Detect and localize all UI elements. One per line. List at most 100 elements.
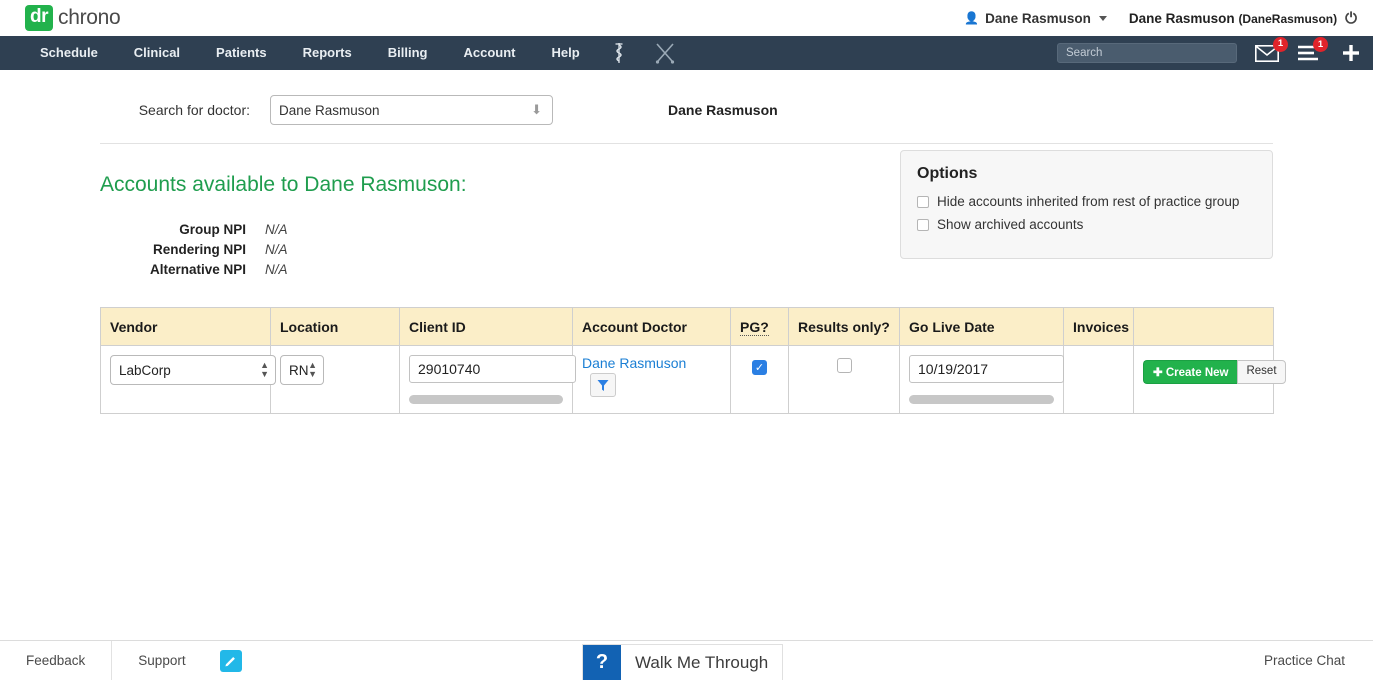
- options-panel: Options Hide accounts inherited from res…: [900, 150, 1273, 259]
- col-header-location[interactable]: Location: [270, 307, 400, 346]
- account-display: Dane Rasmuson (DaneRasmuson): [1129, 11, 1337, 26]
- client-id-input[interactable]: [409, 355, 576, 383]
- cell-vendor: LabCorp ▲ ▼: [100, 345, 276, 414]
- cell-location: RN ▲ ▼: [270, 345, 400, 414]
- npi-value-rendering: N/A: [265, 242, 288, 257]
- cell-invoices: [1063, 345, 1134, 414]
- account-doctor-link[interactable]: Dane Rasmuson: [582, 355, 686, 371]
- power-icon[interactable]: ⏻: [1345, 10, 1357, 27]
- reset-button[interactable]: Reset: [1237, 360, 1286, 384]
- col-header-invoices[interactable]: Invoices: [1063, 307, 1134, 346]
- npi-label-alternative: Alternative NPI: [149, 262, 246, 277]
- messages-button[interactable]: 1: [1255, 36, 1288, 62]
- chevron-down-icon: ⬇: [531, 102, 542, 117]
- location-select-value: RN: [289, 362, 309, 378]
- vendor-select-value: LabCorp: [119, 362, 171, 378]
- plus-icon: [1343, 45, 1359, 61]
- show-archived-checkbox[interactable]: [917, 218, 929, 231]
- table-row: LabCorp ▲ ▼ RN ▲ ▼ 29010740 Dane Rasmuso…: [100, 345, 1286, 414]
- doctor-search-label: Search for doctor:: [138, 102, 250, 118]
- cell-client-id: [399, 345, 576, 414]
- col-header-client-id[interactable]: Client ID: [399, 307, 573, 346]
- stepper-arrows-icon: ▲ ▼: [308, 360, 317, 379]
- nav-item-clinical[interactable]: Clinical: [116, 36, 198, 70]
- option-hide-inherited[interactable]: Hide accounts inherited from rest of pra…: [917, 194, 1256, 209]
- nav-items: Schedule Clinical Patients Reports Billi…: [22, 36, 690, 70]
- person-icon: 👤: [964, 11, 980, 25]
- col-header-account-doctor[interactable]: Account Doctor: [572, 307, 731, 346]
- drchrono-logo[interactable]: dr chrono: [25, 5, 121, 31]
- tasks-badge: 1: [1313, 37, 1328, 52]
- nav-item-billing[interactable]: Billing: [370, 36, 446, 70]
- option-show-archived[interactable]: Show archived accounts: [917, 217, 1256, 232]
- nav-item-reports[interactable]: Reports: [285, 36, 370, 70]
- npi-row-alternative: Alternative NPI N/A: [100, 260, 1273, 280]
- question-mark-icon: ?: [583, 645, 621, 680]
- search-input[interactable]: [1057, 43, 1237, 63]
- show-archived-label: Show archived accounts: [937, 217, 1084, 232]
- funnel-icon[interactable]: [590, 373, 616, 397]
- create-new-label: Create New: [1165, 367, 1229, 379]
- npi-value-group: N/A: [265, 222, 288, 237]
- col-header-vendor[interactable]: Vendor: [100, 307, 271, 346]
- cell-pg: ✓: [730, 345, 789, 414]
- client-id-scrollbar[interactable]: [409, 395, 563, 404]
- logo-text: chrono: [58, 6, 121, 29]
- col-header-pg[interactable]: PG?: [730, 307, 789, 346]
- npi-label-rendering: Rendering NPI: [152, 242, 246, 257]
- logo-badge: dr: [25, 5, 53, 31]
- top-bar: dr chrono 👤 Dane Rasmuson Dane Rasmuson …: [0, 0, 1373, 36]
- location-select[interactable]: RN ▲ ▼: [280, 355, 324, 385]
- practice-chat-link[interactable]: Practice Chat: [1264, 653, 1345, 668]
- table-header-row: Vendor Location Client ID Account Doctor…: [100, 307, 1274, 346]
- support-link[interactable]: Support: [112, 641, 211, 680]
- npi-value-alternative: N/A: [265, 262, 288, 277]
- pencil-icon[interactable]: [219, 649, 242, 672]
- options-title: Options: [917, 165, 978, 182]
- pg-checkbox[interactable]: ✓: [752, 360, 767, 375]
- walk-me-through-label[interactable]: Walk Me Through: [621, 645, 782, 680]
- messages-badge: 1: [1273, 36, 1288, 52]
- doctor-select[interactable]: Dane Rasmuson ⬇: [270, 95, 553, 125]
- create-new-button[interactable]: ✚ Create New: [1143, 360, 1238, 384]
- go-live-date-input[interactable]: [909, 355, 1064, 383]
- doctor-name-display: Dane Rasmuson: [668, 102, 778, 118]
- npi-label-group: Group NPI: [179, 222, 246, 237]
- col-header-actions: [1133, 307, 1274, 346]
- nav-bar-right: 1 1: [1057, 36, 1361, 70]
- nav-item-patients[interactable]: Patients: [198, 36, 285, 70]
- doctor-search-row: Search for doctor: Dane Rasmuson ⬇ Dane …: [0, 70, 1373, 130]
- feedback-link[interactable]: Feedback: [0, 641, 111, 680]
- nav-item-account[interactable]: Account: [445, 36, 533, 70]
- asclepius-rod-icon[interactable]: [598, 42, 640, 64]
- col-header-results-only[interactable]: Results only?: [788, 307, 900, 346]
- account-name: Dane Rasmuson: [1128, 10, 1235, 26]
- footer: Feedback Support ? Walk Me Through Pract…: [0, 640, 1373, 680]
- account-username: (DaneRasmuson): [1238, 11, 1338, 26]
- results-only-checkbox[interactable]: [836, 358, 852, 373]
- col-header-go-live-date[interactable]: Go Live Date: [899, 307, 1064, 346]
- add-new-button[interactable]: [1341, 43, 1361, 63]
- accounts-table: Vendor Location Client ID Account Doctor…: [100, 307, 1286, 414]
- vendor-select[interactable]: LabCorp ▲ ▼: [110, 355, 276, 385]
- user-menu-label: Dane Rasmuson: [985, 10, 1091, 26]
- page-content: Search for doctor: Dane Rasmuson ⬇ Dane …: [0, 70, 1373, 414]
- crossed-scalpels-icon[interactable]: [640, 42, 690, 64]
- nav-item-schedule[interactable]: Schedule: [22, 36, 116, 70]
- col-header-pg-label: PG?: [740, 318, 769, 336]
- cell-results-only: [788, 345, 900, 414]
- go-live-date-scrollbar[interactable]: [909, 395, 1054, 404]
- plus-icon: ✚: [1153, 367, 1163, 379]
- walk-me-through-widget[interactable]: ? Walk Me Through: [582, 644, 784, 680]
- main-navigation: Schedule Clinical Patients Reports Billi…: [0, 36, 1373, 70]
- doctor-select-value: Dane Rasmuson: [279, 102, 380, 118]
- cell-actions: ✚ Create New Reset: [1133, 345, 1286, 414]
- top-bar-right: 👤 Dane Rasmuson Dane Rasmuson (DaneRasmu…: [964, 0, 1359, 36]
- tasks-button[interactable]: 1: [1297, 37, 1328, 61]
- user-menu[interactable]: 👤 Dane Rasmuson: [964, 11, 1107, 26]
- accounts-table-wrap: Vendor Location Client ID Account Doctor…: [100, 307, 1286, 414]
- cell-account-doctor: Dane Rasmuson: [572, 345, 731, 414]
- chevron-down-icon: [1098, 15, 1107, 21]
- nav-item-help[interactable]: Help: [533, 36, 597, 70]
- hide-inherited-checkbox[interactable]: [917, 195, 929, 208]
